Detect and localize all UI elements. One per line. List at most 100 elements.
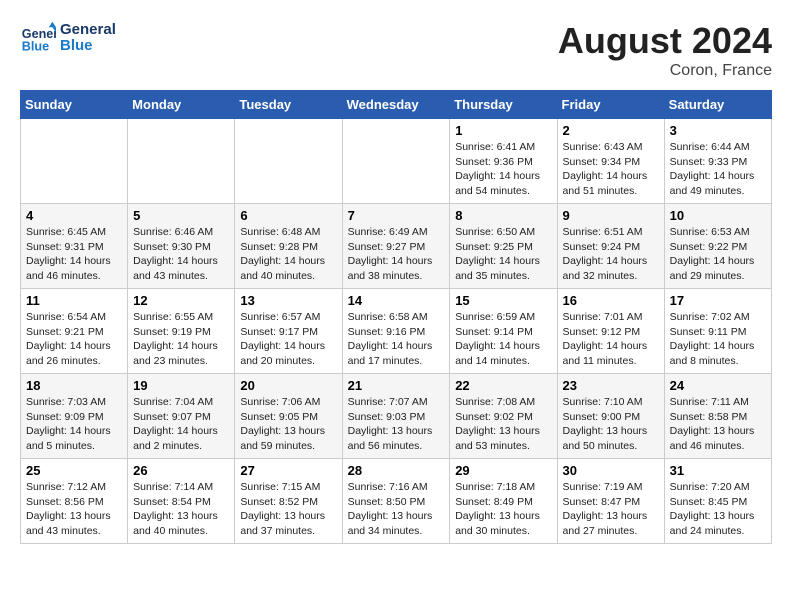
day-number: 23	[563, 378, 659, 393]
calendar-cell	[128, 119, 235, 204]
calendar-cell: 29 Sunrise: 7:18 AM Sunset: 8:49 PM Dayli…	[450, 459, 557, 544]
day-number: 19	[133, 378, 229, 393]
day-info: Sunrise: 6:43 AM Sunset: 9:34 PM Dayligh…	[563, 140, 659, 199]
day-info: Sunrise: 7:15 AM Sunset: 8:52 PM Dayligh…	[240, 480, 336, 539]
day-info: Sunrise: 7:03 AM Sunset: 9:09 PM Dayligh…	[26, 395, 122, 454]
day-number: 18	[26, 378, 122, 393]
calendar-cell: 6 Sunrise: 6:48 AM Sunset: 9:28 PM Daylig…	[235, 204, 342, 289]
day-info: Sunrise: 7:11 AM Sunset: 8:58 PM Dayligh…	[670, 395, 766, 454]
calendar-cell: 20 Sunrise: 7:06 AM Sunset: 9:05 PM Dayli…	[235, 374, 342, 459]
day-number: 3	[670, 123, 766, 138]
weekday-header-thursday: Thursday	[450, 91, 557, 119]
calendar-cell: 23 Sunrise: 7:10 AM Sunset: 9:00 PM Dayli…	[557, 374, 664, 459]
weekday-header-saturday: Saturday	[664, 91, 771, 119]
day-number: 10	[670, 208, 766, 223]
day-info: Sunrise: 6:58 AM Sunset: 9:16 PM Dayligh…	[348, 310, 445, 369]
day-number: 29	[455, 463, 551, 478]
calendar-table: SundayMondayTuesdayWednesdayThursdayFrid…	[20, 90, 772, 544]
day-number: 31	[670, 463, 766, 478]
day-info: Sunrise: 7:01 AM Sunset: 9:12 PM Dayligh…	[563, 310, 659, 369]
day-info: Sunrise: 6:51 AM Sunset: 9:24 PM Dayligh…	[563, 225, 659, 284]
calendar-cell: 7Sunrise: 6:49 AM Sunset: 9:27 PM Daylig…	[342, 204, 450, 289]
calendar-cell: 3 Sunrise: 6:44 AM Sunset: 9:33 PM Daylig…	[664, 119, 771, 204]
calendar-cell: 21Sunrise: 7:07 AM Sunset: 9:03 PM Dayli…	[342, 374, 450, 459]
day-info: Sunrise: 7:14 AM Sunset: 8:54 PM Dayligh…	[133, 480, 229, 539]
day-info: Sunrise: 6:55 AM Sunset: 9:19 PM Dayligh…	[133, 310, 229, 369]
calendar-cell: 25 Sunrise: 7:12 AM Sunset: 8:56 PM Dayli…	[21, 459, 128, 544]
weekday-header-wednesday: Wednesday	[342, 91, 450, 119]
day-number: 8	[455, 208, 551, 223]
calendar-cell	[235, 119, 342, 204]
day-number: 14	[348, 293, 445, 308]
day-info: Sunrise: 6:57 AM Sunset: 9:17 PM Dayligh…	[240, 310, 336, 369]
calendar-cell: 1Sunrise: 6:41 AM Sunset: 9:36 PM Daylig…	[450, 119, 557, 204]
title-area: August 2024 Coron, France	[558, 20, 772, 80]
day-number: 6	[240, 208, 336, 223]
day-number: 20	[240, 378, 336, 393]
weekday-header-tuesday: Tuesday	[235, 91, 342, 119]
calendar-cell: 14 Sunrise: 6:58 AM Sunset: 9:16 PM Dayli…	[342, 289, 450, 374]
day-number: 25	[26, 463, 122, 478]
day-number: 5	[133, 208, 229, 223]
calendar-cell: 12 Sunrise: 6:55 AM Sunset: 9:19 PM Dayli…	[128, 289, 235, 374]
day-info: Sunrise: 7:10 AM Sunset: 9:00 PM Dayligh…	[563, 395, 659, 454]
day-info: Sunrise: 7:02 AM Sunset: 9:11 PM Dayligh…	[670, 310, 766, 369]
weekday-header-friday: Friday	[557, 91, 664, 119]
weekday-header-monday: Monday	[128, 91, 235, 119]
day-number: 27	[240, 463, 336, 478]
calendar-cell: 24 Sunrise: 7:11 AM Sunset: 8:58 PM Dayli…	[664, 374, 771, 459]
calendar-cell: 13Sunrise: 6:57 AM Sunset: 9:17 PM Dayli…	[235, 289, 342, 374]
day-info: Sunrise: 6:54 AM Sunset: 9:21 PM Dayligh…	[26, 310, 122, 369]
day-number: 17	[670, 293, 766, 308]
svg-text:Blue: Blue	[22, 40, 49, 54]
day-number: 16	[563, 293, 659, 308]
calendar-cell: 22Sunrise: 7:08 AM Sunset: 9:02 PM Dayli…	[450, 374, 557, 459]
calendar-week-1: 1Sunrise: 6:41 AM Sunset: 9:36 PM Daylig…	[21, 119, 772, 204]
calendar-cell: 18 Sunrise: 7:03 AM Sunset: 9:09 PM Dayli…	[21, 374, 128, 459]
day-number: 22	[455, 378, 551, 393]
location: Coron, France	[558, 62, 772, 80]
day-number: 12	[133, 293, 229, 308]
day-number: 21	[348, 378, 445, 393]
day-number: 4	[26, 208, 122, 223]
calendar-cell: 5 Sunrise: 6:46 AM Sunset: 9:30 PM Daylig…	[128, 204, 235, 289]
logo-icon: General Blue	[20, 20, 56, 56]
month-title: August 2024	[558, 20, 772, 62]
day-info: Sunrise: 6:46 AM Sunset: 9:30 PM Dayligh…	[133, 225, 229, 284]
day-info: Sunrise: 6:53 AM Sunset: 9:22 PM Dayligh…	[670, 225, 766, 284]
calendar-week-3: 11Sunrise: 6:54 AM Sunset: 9:21 PM Dayli…	[21, 289, 772, 374]
day-number: 26	[133, 463, 229, 478]
calendar-cell: 27 Sunrise: 7:15 AM Sunset: 8:52 PM Dayli…	[235, 459, 342, 544]
day-info: Sunrise: 7:12 AM Sunset: 8:56 PM Dayligh…	[26, 480, 122, 539]
day-info: Sunrise: 6:59 AM Sunset: 9:14 PM Dayligh…	[455, 310, 551, 369]
calendar-cell: 15Sunrise: 6:59 AM Sunset: 9:14 PM Dayli…	[450, 289, 557, 374]
page-header: General Blue General Blue August 2024 Co…	[20, 20, 772, 80]
day-number: 28	[348, 463, 445, 478]
day-info: Sunrise: 6:48 AM Sunset: 9:28 PM Dayligh…	[240, 225, 336, 284]
calendar-cell: 10 Sunrise: 6:53 AM Sunset: 9:22 PM Dayli…	[664, 204, 771, 289]
day-info: Sunrise: 6:45 AM Sunset: 9:31 PM Dayligh…	[26, 225, 122, 284]
calendar-cell: 30 Sunrise: 7:19 AM Sunset: 8:47 PM Dayli…	[557, 459, 664, 544]
logo-blue: Blue	[60, 38, 116, 55]
calendar-cell: 17 Sunrise: 7:02 AM Sunset: 9:11 PM Dayli…	[664, 289, 771, 374]
calendar-cell: 31Sunrise: 7:20 AM Sunset: 8:45 PM Dayli…	[664, 459, 771, 544]
calendar-cell	[21, 119, 128, 204]
calendar-header: SundayMondayTuesdayWednesdayThursdayFrid…	[21, 91, 772, 119]
day-info: Sunrise: 7:18 AM Sunset: 8:49 PM Dayligh…	[455, 480, 551, 539]
day-number: 30	[563, 463, 659, 478]
calendar-cell: 8 Sunrise: 6:50 AM Sunset: 9:25 PM Daylig…	[450, 204, 557, 289]
calendar-cell: 4 Sunrise: 6:45 AM Sunset: 9:31 PM Daylig…	[21, 204, 128, 289]
day-info: Sunrise: 6:44 AM Sunset: 9:33 PM Dayligh…	[670, 140, 766, 199]
day-number: 2	[563, 123, 659, 138]
calendar-cell	[342, 119, 450, 204]
day-info: Sunrise: 7:06 AM Sunset: 9:05 PM Dayligh…	[240, 395, 336, 454]
day-number: 24	[670, 378, 766, 393]
calendar-cell: 28Sunrise: 7:16 AM Sunset: 8:50 PM Dayli…	[342, 459, 450, 544]
weekday-row: SundayMondayTuesdayWednesdayThursdayFrid…	[21, 91, 772, 119]
day-info: Sunrise: 6:50 AM Sunset: 9:25 PM Dayligh…	[455, 225, 551, 284]
logo-general: General	[60, 22, 116, 39]
day-info: Sunrise: 6:41 AM Sunset: 9:36 PM Dayligh…	[455, 140, 551, 199]
day-info: Sunrise: 7:19 AM Sunset: 8:47 PM Dayligh…	[563, 480, 659, 539]
calendar-cell: 19Sunrise: 7:04 AM Sunset: 9:07 PM Dayli…	[128, 374, 235, 459]
calendar-week-4: 18 Sunrise: 7:03 AM Sunset: 9:09 PM Dayli…	[21, 374, 772, 459]
